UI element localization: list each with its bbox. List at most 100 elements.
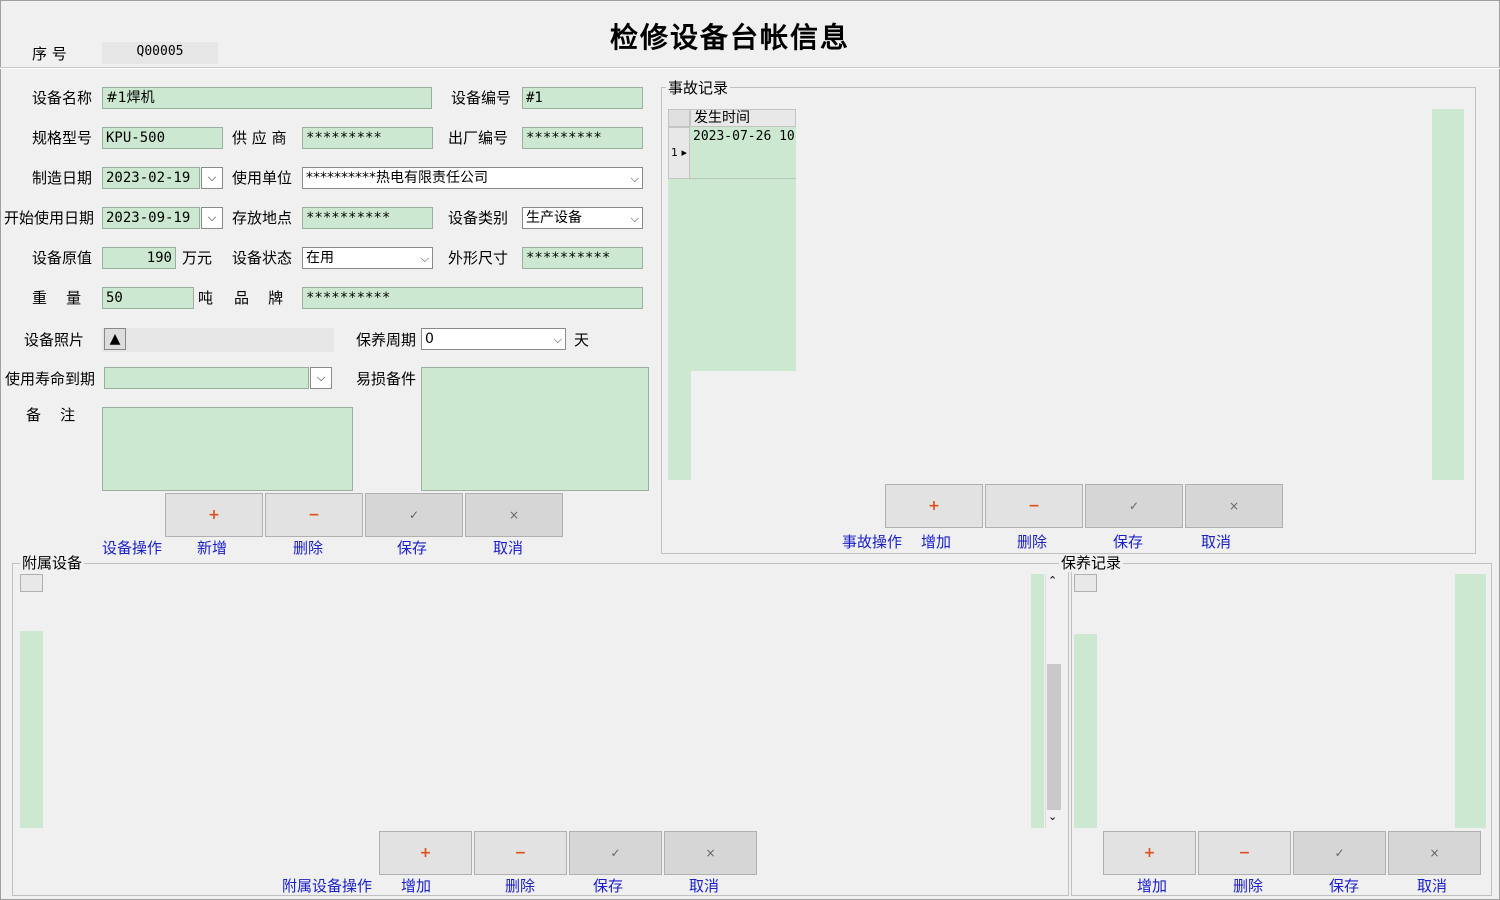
expire-field[interactable] [104, 367, 309, 389]
cycle-label: 保养周期 [356, 331, 417, 349]
attached-add-label[interactable]: 增加 [401, 875, 431, 896]
accident-cancel-button[interactable]: × [1185, 484, 1283, 528]
maintenance-add-button[interactable]: + [1103, 831, 1196, 875]
scroll-down-icon[interactable]: ⌄ [1048, 810, 1057, 823]
unit-select[interactable]: **********热电有限责任公司 ⌵ [302, 167, 643, 189]
plus-icon: + [928, 498, 940, 514]
row-pointer-icon: ▸ [681, 146, 688, 159]
serial-value: Q00005 [102, 42, 218, 64]
supplier-label: 供 应 商 [232, 129, 287, 147]
page-title: 检修设备台帐信息 [609, 21, 850, 54]
accident-add-label[interactable]: 增加 [921, 531, 951, 552]
unit-label: 使用单位 [232, 169, 293, 187]
attached-delete-label[interactable]: 删除 [505, 875, 535, 896]
attached-cancel-label[interactable]: 取消 [689, 875, 719, 896]
close-icon: × [508, 508, 520, 522]
maintenance-delete-label[interactable]: 删除 [1233, 875, 1263, 896]
weight-label: 重 量 [32, 289, 82, 307]
device-delete-button[interactable]: − [265, 493, 363, 537]
expire-dropdown-icon[interactable]: ⌵ [310, 367, 332, 389]
remark-textarea[interactable] [102, 407, 353, 491]
header-divider [0, 67, 1500, 69]
maintenance-delete-button[interactable]: − [1198, 831, 1291, 875]
device-save-button[interactable]: ✓ [365, 493, 463, 537]
value-unit: 万元 [182, 249, 213, 267]
attached-ops-label: 附属设备操作 [282, 877, 373, 895]
mfg-date-dropdown-icon[interactable]: ⌵ [201, 167, 223, 189]
attached-cancel-button[interactable]: × [664, 831, 757, 875]
close-icon: × [1429, 846, 1440, 860]
cycle-select[interactable]: 0 ⌵ [421, 328, 566, 350]
check-icon: ✓ [408, 508, 420, 522]
model-field[interactable]: KPU-500 [102, 127, 223, 149]
photo-upload-icon[interactable]: ▲ [104, 328, 126, 350]
status-select[interactable]: 在用 ⌵ [302, 247, 433, 269]
value-field[interactable]: 190 [102, 247, 176, 269]
brand-label: 品 牌 [234, 289, 284, 307]
device-name-field[interactable]: #1焊机 [102, 87, 432, 109]
category-label: 设备类别 [448, 209, 509, 227]
attached-scrollbar[interactable]: ⌃ ⌄ [1045, 574, 1061, 828]
start-date-field[interactable]: 2023-09-19 [102, 207, 200, 229]
device-delete-label[interactable]: 删除 [293, 537, 323, 558]
accident-add-button[interactable]: + [885, 484, 983, 528]
device-name-label: 设备名称 [32, 89, 93, 107]
attached-save-label[interactable]: 保存 [593, 875, 623, 896]
category-select[interactable]: 生产设备 ⌵ [522, 207, 643, 229]
supplier-field[interactable]: ********* [302, 127, 433, 149]
plus-icon: + [419, 845, 432, 861]
maintenance-cancel-button[interactable]: × [1388, 831, 1481, 875]
device-add-label[interactable]: 新增 [197, 537, 227, 558]
attached-add-button[interactable]: + [379, 831, 472, 875]
attached-grid-corner[interactable] [20, 574, 43, 592]
scroll-thumb[interactable] [1047, 664, 1061, 810]
attached-delete-button[interactable]: − [474, 831, 567, 875]
col-header-time[interactable]: 发生时间 [690, 109, 796, 127]
size-field[interactable]: ********** [522, 247, 643, 269]
accident-scrollbar[interactable] [1432, 109, 1464, 480]
grid-empty-area [668, 179, 796, 371]
factory-no-field[interactable]: ********* [522, 127, 643, 149]
accident-ops-label: 事故操作 [842, 533, 903, 551]
maintenance-save-button[interactable]: ✓ [1293, 831, 1386, 875]
accident-save-label[interactable]: 保存 [1113, 531, 1143, 552]
maintenance-save-label[interactable]: 保存 [1329, 875, 1359, 896]
attached-green-strip [1031, 574, 1044, 828]
parts-textarea[interactable] [421, 367, 649, 491]
weight-field[interactable]: 50 [102, 287, 194, 309]
cycle-select-value: 0 [425, 331, 434, 347]
photo-area[interactable]: ▲ [102, 328, 334, 352]
photo-label: 设备照片 [24, 331, 85, 349]
grid-corner [668, 109, 690, 127]
accident-save-button[interactable]: ✓ [1085, 484, 1183, 528]
maintenance-add-label[interactable]: 增加 [1137, 875, 1167, 896]
location-field[interactable]: ********** [302, 207, 433, 229]
brand-field[interactable]: ********** [302, 287, 643, 309]
expire-label: 使用寿命到期 [5, 370, 96, 388]
device-no-field[interactable]: #1 [522, 87, 643, 109]
row-indicator[interactable]: 1 ▸ [668, 127, 690, 179]
start-date-dropdown-icon[interactable]: ⌵ [201, 207, 223, 229]
value-label: 设备原值 [32, 249, 93, 267]
device-cancel-button[interactable]: × [465, 493, 563, 537]
device-cancel-label[interactable]: 取消 [493, 537, 523, 558]
mfg-date-field[interactable]: 2023-02-19 [102, 167, 200, 189]
accident-cancel-label[interactable]: 取消 [1201, 531, 1231, 552]
maintenance-scrollbar[interactable] [1455, 574, 1486, 828]
device-no-label: 设备编号 [451, 89, 512, 107]
accident-delete-label[interactable]: 删除 [1017, 531, 1047, 552]
unit-select-value: **********热电有限责任公司 [306, 170, 488, 186]
category-select-value: 生产设备 [526, 210, 582, 226]
attached-save-button[interactable]: ✓ [569, 831, 662, 875]
accident-grid[interactable]: 发生时间 1 ▸ 2023-07-26 10 [668, 109, 796, 371]
model-label: 规格型号 [32, 129, 93, 147]
accident-delete-button[interactable]: − [985, 484, 1083, 528]
device-add-button[interactable]: + [165, 493, 263, 537]
maintenance-cancel-label[interactable]: 取消 [1417, 875, 1447, 896]
device-save-label[interactable]: 保存 [397, 537, 427, 558]
maintenance-grid-corner[interactable] [1074, 574, 1097, 592]
location-label: 存放地点 [232, 209, 293, 227]
factory-no-label: 出厂编号 [448, 129, 509, 147]
cell-time[interactable]: 2023-07-26 10 [690, 127, 796, 179]
scroll-up-icon[interactable]: ⌃ [1048, 574, 1057, 587]
